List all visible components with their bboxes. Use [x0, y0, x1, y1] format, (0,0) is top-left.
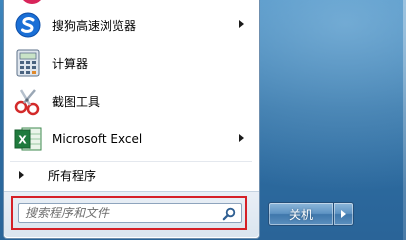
submenu-arrow-icon	[239, 134, 244, 142]
calculator-icon	[12, 47, 44, 79]
menu-item-sogou-browser[interactable]: 搜狗高速浏览器	[8, 6, 254, 44]
menu-item-microsoft-excel[interactable]: X Microsoft Excel	[8, 120, 254, 158]
search-icon[interactable]	[222, 206, 236, 221]
arrow-right-icon	[19, 171, 24, 179]
search-box[interactable]	[18, 203, 242, 223]
sogou-browser-icon	[12, 9, 44, 41]
menu-item-snipping-tool[interactable]: 截图工具	[8, 82, 254, 120]
menu-item-calculator[interactable]: 计算器	[8, 44, 254, 82]
menu-item-label: 计算器	[52, 56, 89, 71]
menu-item-label: 搜狗高速浏览器	[52, 18, 137, 33]
all-programs-label: 所有程序	[48, 168, 97, 183]
menu-item-label: 截图工具	[52, 94, 101, 109]
all-programs-item[interactable]: 所有程序	[8, 163, 254, 187]
menu-item-label: Microsoft Excel	[52, 132, 143, 146]
svg-text:X: X	[18, 134, 27, 147]
shutdown-control: 关机	[268, 202, 356, 226]
excel-icon: X	[12, 123, 44, 155]
shutdown-options-button[interactable]	[334, 202, 354, 226]
snipping-tool-icon	[12, 85, 44, 117]
shutdown-button[interactable]: 关机	[268, 202, 334, 226]
submenu-arrow-icon	[239, 20, 244, 28]
menu-separator	[10, 161, 252, 162]
arrow-right-icon	[341, 210, 346, 218]
search-input[interactable]	[25, 204, 215, 222]
